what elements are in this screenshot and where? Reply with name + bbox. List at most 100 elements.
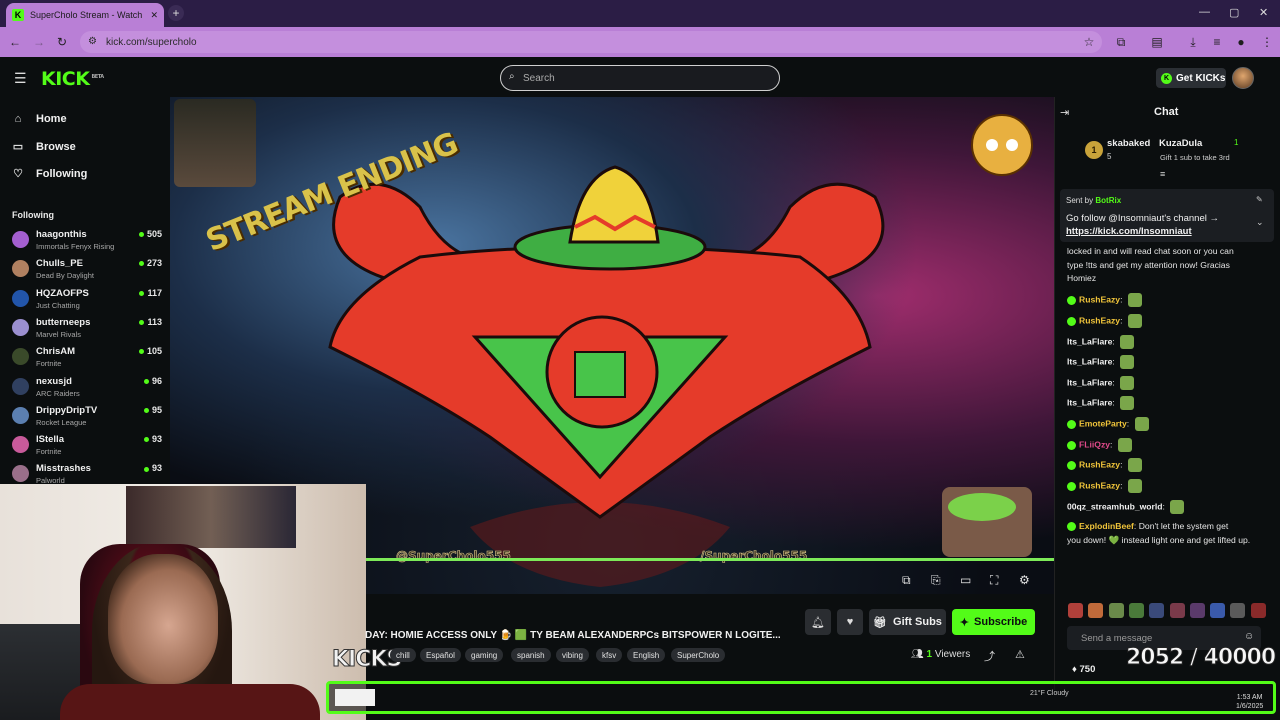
nav-home-label: Home — [36, 113, 67, 125]
chat-message-partial: type !tts and get my attention now! Grac… — [1067, 260, 1230, 270]
forward-icon[interactable]: → — [30, 33, 48, 51]
chat-username[interactable]: RushEazy — [1079, 294, 1120, 304]
browser-menu-icon[interactable]: ⋮ — [1258, 33, 1276, 51]
emote-icon[interactable] — [1108, 603, 1124, 618]
sidebar-channel[interactable]: butterneeps Marvel Rivals 113 — [12, 317, 162, 343]
channel-category: Just Chatting — [36, 300, 80, 310]
emote-icon[interactable] — [1128, 603, 1144, 618]
channel-category: Fortnite — [36, 359, 62, 369]
webcam-face — [108, 554, 218, 684]
bookmark-star-icon[interactable]: ☆ — [1080, 33, 1098, 51]
emote-icon[interactable] — [1169, 603, 1185, 618]
minimize-icon[interactable]: — — [1199, 6, 1210, 18]
verified-badge-icon — [1067, 440, 1076, 450]
emote-icon[interactable] — [1088, 603, 1104, 618]
emote-icon[interactable] — [1149, 603, 1165, 618]
download-icon[interactable]: ⤓ — [1184, 33, 1202, 51]
sidebar-channel[interactable]: lStella Fortnite 93 — [12, 434, 162, 460]
notification-bell-button[interactable]: 🔔︎ — [805, 609, 831, 635]
channel-viewers: 113 — [139, 317, 162, 327]
emote-icon[interactable] — [1250, 603, 1266, 618]
chat-username[interactable]: Its_LaFlare — [1067, 356, 1112, 366]
back-icon[interactable]: ← — [6, 33, 24, 51]
sidebar-channel[interactable]: nexusjd ARC Raiders 96 — [12, 376, 162, 402]
user-avatar[interactable] — [1232, 67, 1254, 89]
nav-home[interactable]: ⌂ Home — [12, 113, 67, 125]
url-field[interactable]: ⚙ kick.com/supercholo — [80, 31, 1102, 53]
theater-mode-icon[interactable]: ▭ — [960, 573, 971, 587]
stream-tag[interactable]: spanish — [511, 648, 551, 662]
chat-message: RushEazy: — [1067, 458, 1142, 472]
chat-message: Its_LaFlare: — [1067, 396, 1135, 410]
kicks-balance[interactable]: ♦ 750 — [1072, 664, 1095, 675]
stream-tag[interactable]: English — [627, 648, 666, 662]
chat-username[interactable]: RushEazy — [1079, 459, 1120, 469]
fullscreen-icon[interactable]: ⛶ — [990, 573, 998, 588]
emoji-icon[interactable]: ☺ — [1244, 631, 1254, 642]
chat-username[interactable]: RushEazy — [1079, 315, 1120, 325]
chevron-down-icon[interactable]: ⌄ — [760, 630, 768, 641]
close-window-icon[interactable]: ✕ — [1259, 6, 1268, 19]
sidebar-toggle-icon[interactable]: ▤ — [1148, 33, 1166, 51]
channel-name: butterneeps — [36, 316, 91, 328]
taskbar-weather[interactable]: 21°F Cloudy — [1030, 690, 1069, 697]
sidebar-channel[interactable]: HQZAOFPS Just Chatting 117 — [12, 288, 162, 314]
sidebar-channel[interactable]: Chulls_PE Dead By Daylight 273 — [12, 258, 162, 284]
maximize-icon[interactable]: ▢ — [1229, 6, 1239, 19]
stream-tag[interactable]: SuperCholo — [671, 648, 726, 662]
media-controls-icon[interactable]: ≡ — [1208, 33, 1226, 51]
chat-username[interactable]: EmoteParty — [1079, 418, 1127, 428]
star-icon: ✦ — [959, 616, 970, 629]
chat-username[interactable]: 00qz_streamhub_world — [1067, 501, 1163, 511]
pip-icon[interactable]: ⧉ — [902, 573, 911, 588]
stream-tag[interactable]: chill — [390, 648, 416, 662]
chat-username[interactable]: RushEazy — [1079, 480, 1120, 490]
nav-following[interactable]: ♡ Following — [12, 167, 87, 181]
emote-icon[interactable] — [1210, 603, 1226, 618]
nav-browse[interactable]: ▭ Browse — [12, 140, 76, 154]
stream-tag[interactable]: kfsv — [596, 648, 623, 662]
channel-viewers: 117 — [139, 288, 162, 298]
browser-tab-bar: K SuperCholo Stream - Watch Li... ✕ + — … — [0, 0, 1280, 27]
chat-username[interactable]: FLiiQzy — [1079, 439, 1110, 449]
search-placeholder: Search — [523, 72, 555, 84]
settings-gear-icon[interactable]: ⚙ — [1019, 573, 1030, 587]
menu-icon[interactable]: ☰ — [14, 70, 27, 87]
stream-tag[interactable]: Español — [420, 648, 461, 662]
collapse-chat-icon[interactable]: ⇥ — [1060, 106, 1069, 119]
kick-logo[interactable]: KICK BETA — [41, 68, 104, 90]
sidebar-channel[interactable]: ChrisAM Fortnite 105 — [12, 346, 162, 372]
clip-icon[interactable]: ⎘ — [931, 573, 941, 588]
site-info-icon[interactable]: ⚙ — [88, 36, 97, 47]
browser-tab[interactable]: K SuperCholo Stream - Watch Li... ✕ — [6, 3, 164, 27]
report-icon[interactable]: ⚠ — [1015, 648, 1025, 661]
taskbar-clock[interactable]: 1:53 AM 1/6/2025 — [1236, 693, 1263, 711]
chat-username[interactable]: Its_LaFlare — [1067, 397, 1112, 407]
emote-icon — [1117, 438, 1132, 452]
sidebar-channel[interactable]: haagonthis Immortals Fenyx Rising 505 — [12, 229, 162, 255]
follow-heart-button[interactable]: ♥ — [837, 609, 863, 635]
extensions-icon[interactable]: ⧉ — [1112, 33, 1130, 51]
emote-icon[interactable] — [1068, 603, 1083, 618]
stream-tag[interactable]: vibing — [556, 648, 589, 662]
expand-leaderboard-icon[interactable]: ≡ — [1160, 169, 1165, 179]
emote-icon — [1134, 417, 1149, 431]
chat-input-placeholder: Send a message — [1081, 632, 1153, 644]
stream-tag[interactable]: gaming — [465, 648, 504, 662]
unpin-icon[interactable]: ✎ — [1256, 195, 1263, 204]
profile-icon[interactable]: ● — [1232, 33, 1250, 51]
close-tab-icon[interactable]: ✕ — [150, 10, 158, 21]
emote-icon[interactable] — [1230, 603, 1246, 618]
new-tab-button[interactable]: + — [168, 5, 184, 21]
get-kicks-button[interactable]: K Get KICKs — [1156, 68, 1226, 88]
search-input[interactable]: ⌕ Search — [500, 65, 780, 91]
chat-username[interactable]: Its_LaFlare — [1067, 336, 1112, 346]
gift-subs-button[interactable]: 🎁︎ Gift Subs — [869, 609, 946, 635]
emote-icon[interactable] — [1189, 603, 1205, 618]
reload-icon[interactable]: ↻ — [53, 33, 71, 51]
chat-username[interactable]: Its_LaFlare — [1067, 377, 1112, 387]
pinned-link[interactable]: https://kick.com/Insomniaut — [1066, 226, 1192, 237]
share-icon[interactable]: ⤴ — [984, 648, 995, 664]
sidebar-channel[interactable]: DrippyDripTV Rocket League 95 — [12, 405, 162, 431]
subscribe-button[interactable]: ✦ Subscribe — [952, 609, 1035, 635]
